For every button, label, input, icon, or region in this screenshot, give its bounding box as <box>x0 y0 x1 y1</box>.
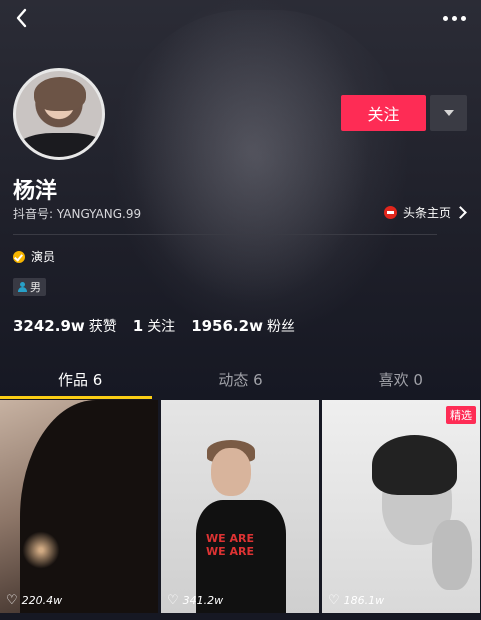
gender-tag: 男 <box>13 278 46 296</box>
cover-portrait-image <box>110 10 410 340</box>
video-thumbnail[interactable]: ♡ 220.4w <box>0 400 158 613</box>
divider <box>13 234 437 235</box>
top-bar <box>0 0 481 40</box>
chevron-right-icon <box>454 206 467 219</box>
follow-button[interactable]: 关注 <box>341 95 426 131</box>
fans-label[interactable]: 粉丝 <box>267 316 295 336</box>
like-count: ♡ 220.4w <box>6 593 63 608</box>
heart-icon: ♡ <box>167 593 179 608</box>
likes-label: 获赞 <box>88 319 117 335</box>
video-thumbnail[interactable]: WE ARE WE ARE ♡ 341.2w <box>161 400 319 613</box>
toutiao-link-label: 头条主页 <box>402 206 451 220</box>
shirt-print: WE ARE WE ARE <box>206 532 254 558</box>
likes-count: 3242.9w <box>13 317 85 335</box>
featured-badge: 精选 <box>446 406 476 424</box>
video-grid: ♡ 220.4w WE ARE WE ARE ♡ 341.2w 精选 ♡ 186… <box>0 400 481 620</box>
following-label[interactable]: 关注 <box>147 316 175 336</box>
toutiao-logo-icon <box>383 206 397 219</box>
profile-stats: 3242.9w 获赞 1 关注 1956.2w 粉丝 <box>13 316 311 336</box>
fans-count[interactable]: 1956.2w <box>191 317 263 335</box>
tab-works[interactable]: 作品 6 <box>0 365 160 399</box>
like-count: ♡ 186.1w <box>328 593 385 608</box>
tab-likes[interactable]: 喜欢 0 <box>321 365 481 399</box>
gender-label: 男 <box>30 281 41 294</box>
back-arrow-icon[interactable] <box>10 6 34 30</box>
like-count: ♡ 341.2w <box>167 593 224 608</box>
following-count[interactable]: 1 <box>133 317 143 335</box>
heart-icon: ♡ <box>328 593 340 608</box>
heart-icon: ♡ <box>6 593 18 608</box>
video-thumbnail[interactable]: 精选 ♡ 186.1w <box>322 400 480 613</box>
profile-tabs: 作品 6 动态 6 喜欢 0 <box>0 365 481 399</box>
verified-check-icon <box>13 250 25 263</box>
profile-name: 杨洋 <box>13 179 58 204</box>
verification-label: 演员 <box>31 250 56 264</box>
avatar[interactable] <box>13 68 105 160</box>
caret-down-icon <box>443 110 454 116</box>
person-icon <box>18 282 27 292</box>
tab-activity[interactable]: 动态 6 <box>160 365 320 399</box>
douyin-id: 抖音号: YANGYANG.99 <box>13 207 142 221</box>
verification-badge: 演员 <box>13 248 55 265</box>
toutiao-homepage-link[interactable]: 头条主页 <box>383 204 467 221</box>
more-dots-icon[interactable] <box>441 8 467 28</box>
recommend-dropdown-button[interactable] <box>430 95 467 131</box>
